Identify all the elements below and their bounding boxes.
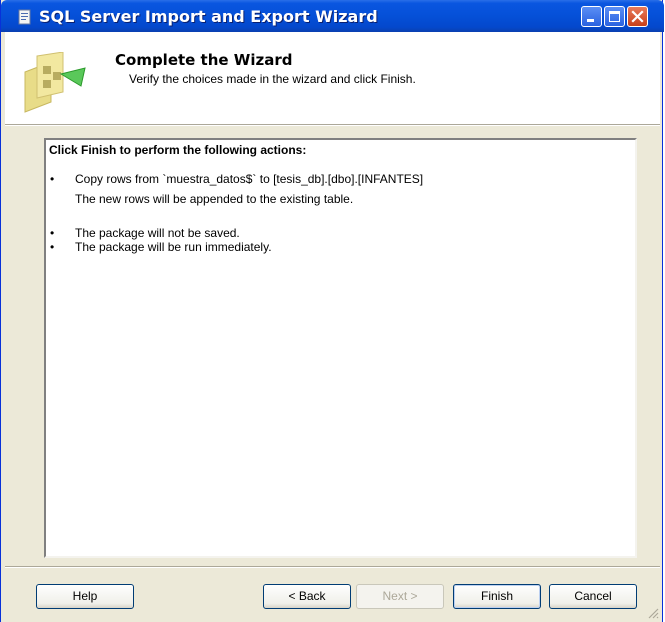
minimize-icon	[587, 19, 594, 22]
window-title: SQL Server Import and Export Wizard	[39, 7, 378, 26]
cancel-button[interactable]: Cancel	[549, 584, 637, 609]
finish-button[interactable]: Finish	[453, 584, 541, 609]
bullet-icon: •	[50, 240, 55, 254]
minimize-button[interactable]	[581, 6, 602, 27]
wizard-header: Complete the Wizard Verify the choices m…	[5, 32, 660, 124]
wizard-window: SQL Server Import and Export Wizard Comp…	[0, 0, 664, 622]
next-button[interactable]: Next >	[356, 584, 444, 609]
maximize-button[interactable]	[604, 6, 625, 27]
maximize-icon	[609, 11, 620, 22]
close-button[interactable]	[627, 6, 648, 27]
bullet-icon: •	[50, 226, 55, 240]
summary-panel[interactable]: Click Finish to perform the following ac…	[44, 138, 637, 558]
page-title: Complete the Wizard	[115, 51, 293, 69]
title-bar[interactable]: SQL Server Import and Export Wizard	[1, 0, 664, 32]
close-icon	[631, 10, 644, 23]
wizard-banner-icon	[24, 52, 86, 113]
page-subtitle: Verify the choices made in the wizard an…	[129, 72, 416, 86]
help-button[interactable]: Help	[36, 584, 134, 609]
summary-item-text: The package will be run immediately.	[75, 240, 272, 254]
back-button[interactable]: < Back	[263, 584, 351, 609]
summary-item-text: The package will not be saved.	[75, 226, 240, 240]
bullet-icon: •	[50, 172, 55, 186]
summary-item-text: Copy rows from `muestra_datos$` to [tesi…	[75, 172, 424, 186]
header-divider	[5, 124, 660, 126]
wizard-app-icon	[18, 9, 31, 25]
summary-item-detail: The new rows will be appended to the exi…	[75, 192, 354, 206]
summary-heading: Click Finish to perform the following ac…	[49, 143, 307, 157]
resize-grip-icon[interactable]	[647, 607, 659, 619]
